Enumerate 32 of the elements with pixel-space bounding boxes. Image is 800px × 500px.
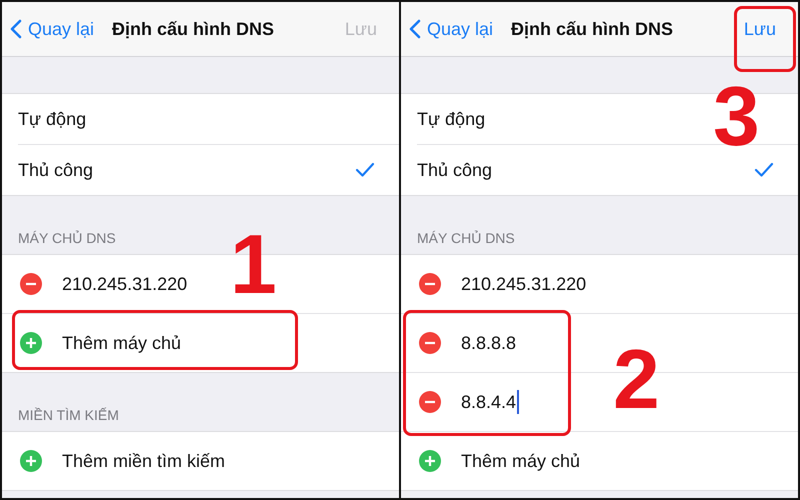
dns-server-field[interactable]: 8.8.8.8 [461,332,516,354]
mode-option[interactable]: Thủ công [417,160,492,180]
step-number: 3 [713,74,760,158]
section-header: MÁY CHỦ DNS [18,230,116,246]
add-row-button[interactable]: Thêm máy chủ [62,332,182,354]
save-button[interactable]: Lưu [744,18,790,40]
dns-server-field[interactable]: 8.8.4.4 [461,390,520,414]
add-row-button[interactable]: Thêm máy chủ [461,450,580,472]
section-header: MÁY CHỦ DNS [417,230,515,246]
step-number: 2 [613,337,660,421]
back-chevron-icon [10,19,22,39]
screen-title: Định cấu hình DNS [112,18,274,40]
mode-option[interactable]: Tự động [18,108,86,130]
add-row-button[interactable]: Thêm miền tìm kiếm [62,450,226,472]
add-icon[interactable] [20,332,42,354]
add-icon[interactable] [20,450,42,472]
remove-icon[interactable] [419,273,441,295]
back-chevron-icon [409,19,421,39]
highlight-frame [734,6,796,72]
mode-option[interactable]: Tự động [417,108,486,130]
remove-icon[interactable] [419,332,441,354]
back-button[interactable]: Quay lại [409,18,494,40]
mode-option[interactable]: Thủ công [18,160,94,180]
dns-server-field[interactable]: 210.245.31.220 [461,274,586,294]
add-icon[interactable] [419,450,441,472]
remove-icon[interactable] [20,273,42,295]
screen-title: Định cấu hình DNS [511,18,673,40]
remove-icon[interactable] [419,391,441,413]
section-header: MIỀN TÌM KIẾM [18,407,119,423]
step-number: 1 [230,222,277,306]
back-button[interactable]: Quay lại [10,18,94,40]
dns-server-field[interactable]: 210.245.31.220 [62,274,188,294]
